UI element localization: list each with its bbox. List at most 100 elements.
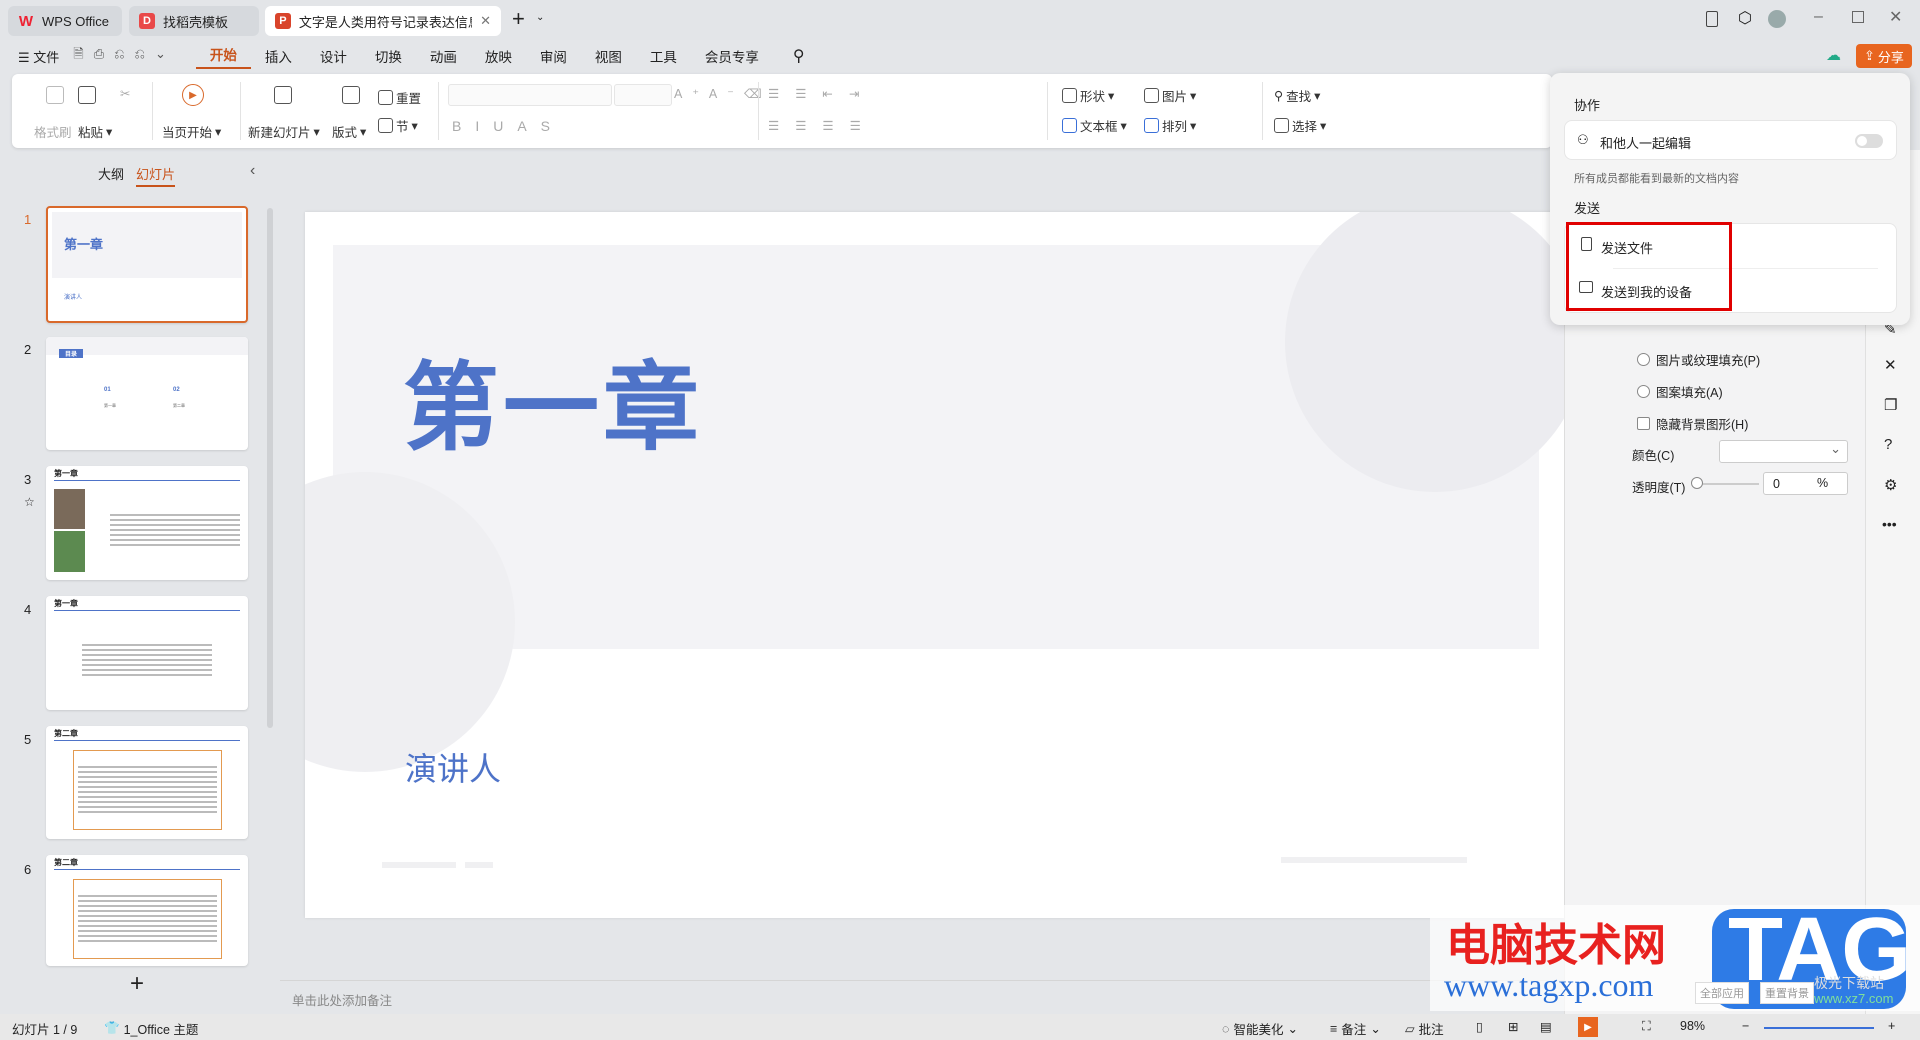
textbox-button[interactable]: 文本框 ▾ [1062, 116, 1127, 135]
close-window-button[interactable]: ✕ [1889, 7, 1902, 27]
restore-button[interactable] [1852, 11, 1864, 23]
book-search-icon[interactable]: ❐ [1884, 396, 1897, 414]
font-size-select[interactable] [614, 84, 672, 106]
add-slide-button[interactable]: + [130, 970, 144, 998]
transparency-slider[interactable] [1695, 483, 1759, 485]
apply-all-button[interactable]: 全部应用 [1695, 982, 1749, 1004]
slide-thumbnail-2[interactable]: 目录 01 02 第一章 第二章 [46, 337, 248, 450]
tab-wps-office[interactable]: W WPS Office [8, 6, 122, 36]
section-button[interactable]: 节 ▾ [378, 116, 418, 135]
tab-slideshow[interactable]: 放映 [471, 46, 526, 66]
coedit-toggle[interactable] [1855, 134, 1883, 148]
star-icon[interactable]: ☆ [24, 495, 35, 509]
help-icon[interactable]: ? [1884, 436, 1892, 453]
color-select[interactable]: ⌄ [1719, 440, 1848, 463]
tab-insert[interactable]: 插入 [251, 46, 306, 66]
font-size-icons[interactable]: A⁺A⁻⌫ [674, 86, 772, 101]
pattern-fill-option[interactable]: 图案填充(A) [1637, 382, 1723, 401]
share-button[interactable]: ⇪ 分享 [1856, 44, 1912, 68]
picture-fill-option[interactable]: 图片或纹理填充(P) [1637, 350, 1760, 369]
tab-member[interactable]: 会员专享 [691, 46, 773, 66]
theme-info[interactable]: 👕 1_Office 主题 [104, 1019, 198, 1038]
play-button[interactable]: ▶ [1578, 1017, 1598, 1037]
tab-animation[interactable]: 动画 [416, 46, 471, 66]
tab-transition[interactable]: 切换 [361, 46, 416, 66]
comment-button[interactable]: ▱ 批注 [1405, 1019, 1444, 1038]
layout-button[interactable]: 版式 ▾ [332, 122, 366, 141]
notes-toggle[interactable]: ≡ 备注 ⌄ [1330, 1019, 1381, 1038]
picture-button[interactable]: 图片 ▾ [1144, 86, 1196, 105]
collapse-panel-icon[interactable]: ‹ [250, 162, 255, 180]
search-icon[interactable]: ⚲ [793, 46, 805, 66]
label: 排列 [1162, 120, 1188, 134]
slide-thumbnail-6[interactable]: 第二章 [46, 855, 248, 966]
minimize-button[interactable]: – [1814, 8, 1823, 26]
tab-tools[interactable]: 工具 [636, 46, 691, 66]
slide-canvas[interactable]: 第一章 演讲人 [305, 212, 1564, 918]
slide-thumbnail-3[interactable]: 第一章 [46, 466, 248, 580]
tab-label: WPS Office [42, 13, 109, 29]
slide-thumbnail-4[interactable]: 第一章 [46, 596, 248, 710]
fit-icon[interactable]: ⛶ [1642, 1019, 1651, 1034]
more-icon[interactable]: ••• [1882, 516, 1897, 532]
slide-subtitle[interactable]: 演讲人 [405, 744, 501, 790]
new-tab-button[interactable]: + [512, 6, 525, 32]
font-format-icons[interactable]: BIUAS [452, 118, 564, 134]
find-button[interactable]: ⚲ 查找 ▾ [1274, 86, 1320, 105]
format-painter-button[interactable]: 格式刷 [34, 122, 72, 141]
device-icon[interactable] [1706, 11, 1718, 27]
tab-template[interactable]: D 找稻壳模板 [129, 6, 259, 36]
radio[interactable] [1637, 353, 1650, 366]
notes-area[interactable]: 单击此处添加备注 [280, 980, 1564, 1014]
smart-beautify-button[interactable]: ◌ 智能美化 ⌄ [1222, 1019, 1298, 1038]
paste-button[interactable]: 粘贴 ▾ [78, 122, 112, 141]
font-family-select[interactable] [448, 84, 612, 106]
grid-view-icon[interactable]: ⊞ [1508, 1019, 1518, 1034]
tools-icon[interactable]: ✕ [1884, 356, 1897, 374]
chevron-down-icon[interactable]: ⌄ [536, 12, 544, 23]
reset-background-button[interactable]: 重置背景 [1760, 982, 1814, 1004]
tab-design[interactable]: 设计 [306, 46, 361, 66]
transparency-input[interactable]: 0 % [1763, 472, 1848, 495]
select-button[interactable]: 选择 ▾ [1274, 116, 1326, 135]
list-icons[interactable]: ☰☰⇤⇥ [768, 86, 875, 101]
scrollbar[interactable] [267, 208, 273, 728]
checkbox[interactable] [1637, 417, 1650, 430]
zoom-in-button[interactable]: + [1888, 1019, 1895, 1033]
tab-home[interactable]: 开始 [195, 44, 251, 69]
zoom-out-button[interactable]: − [1742, 1019, 1749, 1033]
close-tab-icon[interactable]: ✕ [480, 13, 491, 29]
slide-thumbnail-1[interactable]: 第一章 演讲人 [46, 206, 248, 323]
slide-thumbnail-5[interactable]: 第二章 [46, 726, 248, 839]
align-icons[interactable]: ☰☰☰☰ [768, 118, 877, 133]
zoom-slider[interactable] [1764, 1027, 1874, 1029]
arrange-button[interactable]: 排列 ▾ [1144, 116, 1196, 135]
play-from-current-button[interactable]: 当页开始 ▾ [162, 122, 221, 141]
normal-view-icon[interactable]: ▯ [1476, 1019, 1483, 1034]
file-menu[interactable]: ☰ 文件 [18, 47, 59, 66]
slide-title[interactable]: 第一章 [403, 330, 703, 469]
reset-button[interactable]: 重置 [378, 88, 421, 107]
label: 节 [396, 120, 409, 134]
tab-review[interactable]: 审阅 [526, 46, 581, 66]
shape-button[interactable]: 形状 ▾ [1062, 86, 1114, 105]
radio[interactable] [1637, 385, 1650, 398]
tab-slides[interactable]: 幻灯片 [136, 164, 176, 187]
cube-icon[interactable]: ⬡ [1738, 8, 1752, 28]
coedit-row[interactable]: ⚇ 和他人一起编辑 [1564, 120, 1897, 160]
hide-background-checkbox[interactable]: 隐藏背景图形(H) [1637, 414, 1748, 433]
zoom-level[interactable]: 98% [1680, 1019, 1705, 1033]
shirt-icon[interactable]: ⚙ [1884, 476, 1897, 494]
tab-document[interactable]: P 文字是人类用符号记录表达信息以 ✕ [265, 6, 501, 36]
quick-access-icons[interactable]: 🗎⎙⎌⎌⌄ [73, 45, 176, 67]
reading-view-icon[interactable]: ▤ [1540, 1019, 1552, 1034]
cut-icon[interactable]: ✂ [120, 86, 130, 101]
new-slide-button[interactable]: 新建幻灯片 ▾ [248, 122, 320, 141]
avatar[interactable] [1768, 10, 1786, 28]
slider-thumb[interactable] [1691, 477, 1703, 489]
thumb-title: 第一章 [54, 469, 78, 478]
tab-outline[interactable]: 大纲 [98, 164, 124, 183]
cloud-sync-icon[interactable]: ☁ [1826, 46, 1841, 64]
tab-view[interactable]: 视图 [581, 46, 636, 66]
label: 智能美化 [1233, 1023, 1284, 1037]
